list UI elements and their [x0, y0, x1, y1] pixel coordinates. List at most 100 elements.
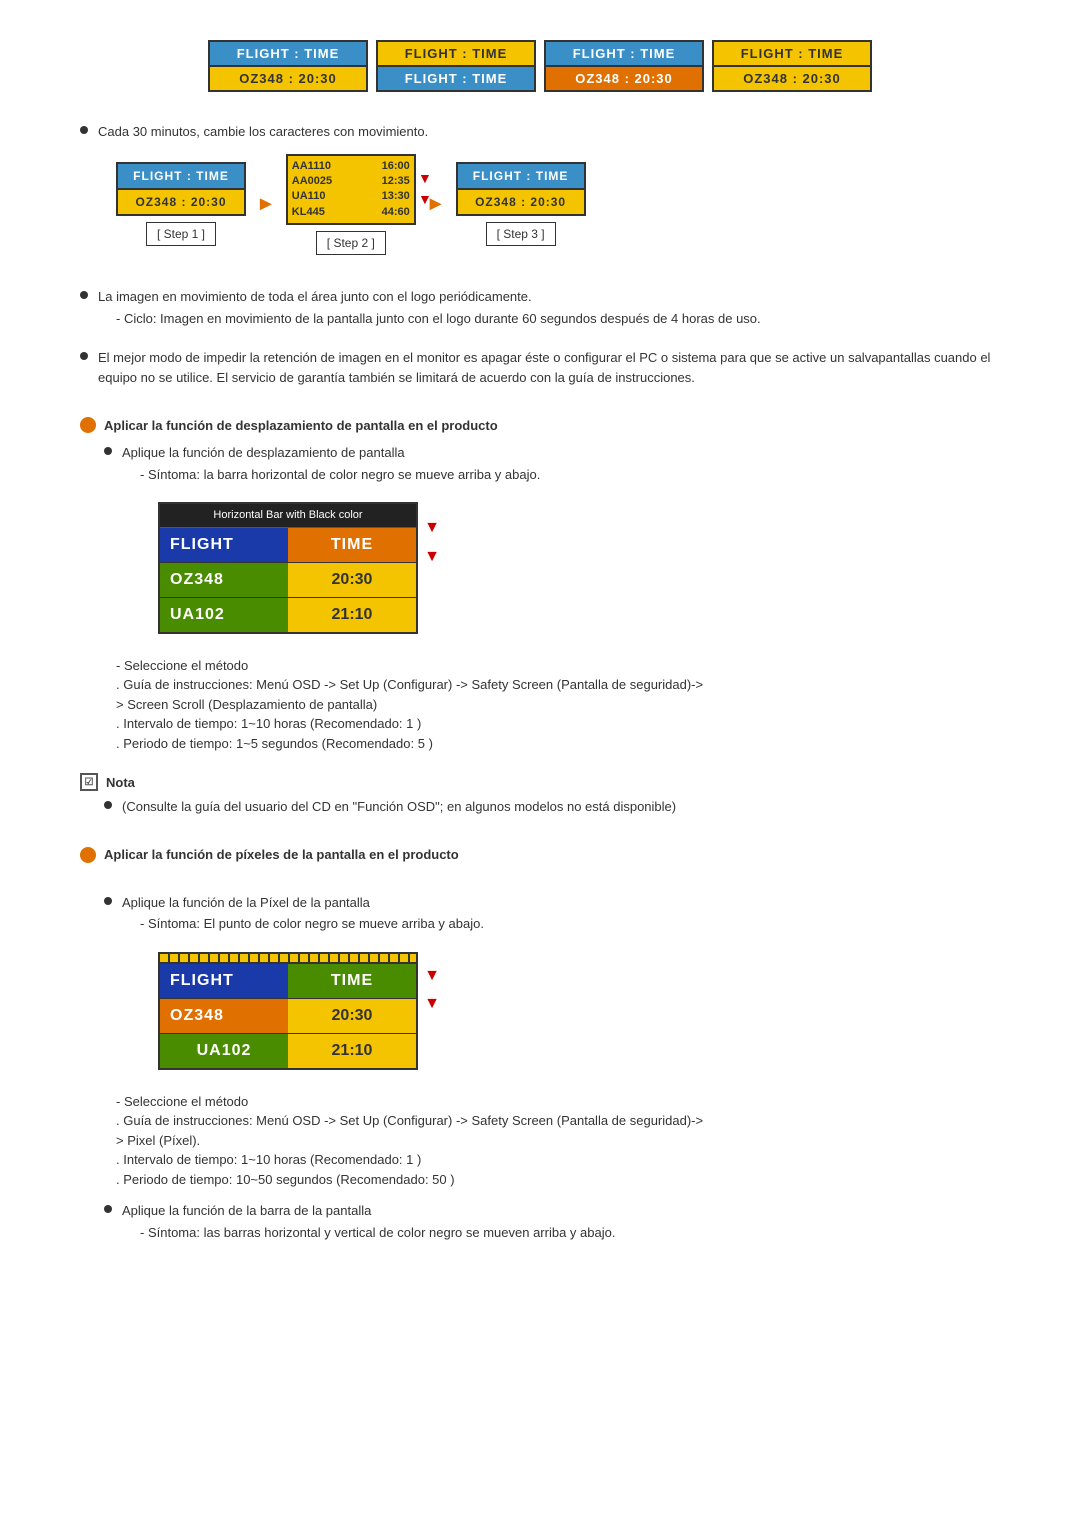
pixel-row-1: FLIGHT TIME: [160, 964, 416, 999]
section2-header: Aplicar la función de píxeles de la pant…: [80, 847, 1000, 863]
step1-card-body: OZ348 : 20:30: [118, 190, 244, 214]
nota-bullet-dot: [104, 801, 112, 809]
section2-bullet1: Aplique la función de la Píxel de la pan…: [104, 893, 1000, 1080]
flight-card-2: FLIGHT : TIME FLIGHT : TIME: [376, 40, 536, 92]
step1-card-header: FLIGHT : TIME: [118, 164, 244, 190]
section1-bullet1-dot: [104, 447, 112, 455]
step2-down-arrows: ▼▼: [418, 156, 432, 224]
flight-card-2-header: FLIGHT : TIME: [378, 42, 534, 67]
pixel-row-3: UA102 21:10: [160, 1034, 416, 1068]
step1-box: FLIGHT : TIME OZ348 : 20:30 [ Step 1 ]: [116, 162, 246, 246]
section2-method-line2: > Pixel (Píxel).: [116, 1131, 1000, 1151]
pixel-r2-right: 20:30: [288, 999, 416, 1033]
step2-row-2: AA0025 12:35: [292, 174, 410, 189]
section1-method-line3: . Intervalo de tiempo: 1~10 horas (Recom…: [116, 714, 1000, 734]
bullet-dot-2: [80, 291, 88, 299]
step2-card: AA1110 16:00 AA0025 12:35 UA110 13:30: [286, 154, 416, 226]
hbar-r2-right: 20:30: [288, 563, 416, 597]
pixel-r1-left: FLIGHT: [160, 964, 288, 998]
section1-b1-main: Aplique la función de desplazamiento de …: [122, 445, 405, 460]
section2-b2-sub: - Síntoma: las barras horizontal y verti…: [140, 1223, 1000, 1243]
flight-card-3-header: FLIGHT : TIME: [546, 42, 702, 67]
section1-icon: [80, 417, 96, 433]
flight-card-1: FLIGHT : TIME OZ348 : 20:30: [208, 40, 368, 92]
hbar-display-wrapper: Horizontal Bar with Black color FLIGHT T…: [122, 492, 418, 644]
nota-bullet-text: (Consulte la guía del usuario del CD en …: [122, 797, 1000, 817]
step3-label: [ Step 3 ]: [486, 222, 556, 246]
bullet2-sub: - Ciclo: Imagen en movimiento de la pant…: [116, 309, 1000, 329]
step3-card-body: OZ348 : 20:30: [458, 190, 584, 214]
pixel-top-bar: [160, 954, 416, 964]
step2-row2-right: 12:35: [382, 174, 410, 189]
step2-label: [ Step 2 ]: [316, 231, 386, 255]
bullet-dot-3: [80, 352, 88, 360]
section2-bullet2-text: Aplique la función de la barra de la pan…: [122, 1201, 1000, 1242]
flight-card-1-body: OZ348 : 20:30: [210, 67, 366, 90]
flight-card-1-header: FLIGHT : TIME: [210, 42, 366, 67]
hbar-header: Horizontal Bar with Black color: [160, 504, 416, 528]
section1-header: Aplicar la función de desplazamiento de …: [80, 417, 1000, 433]
step3-box: FLIGHT : TIME OZ348 : 20:30 [ Step 3 ]: [456, 162, 586, 246]
step3-card-header: FLIGHT : TIME: [458, 164, 584, 190]
flight-card-4: FLIGHT : TIME OZ348 : 20:30: [712, 40, 872, 92]
section1-method-line1: . Guía de instrucciones: Menú OSD -> Set…: [116, 675, 1000, 695]
section1-b1-sub: - Síntoma: la barra horizontal de color …: [140, 465, 1000, 485]
hbar-title: Horizontal Bar with Black color: [213, 509, 362, 521]
section1-bullet1-text: Aplique la función de desplazamiento de …: [122, 443, 1000, 644]
step2-row-3: UA110 13:30: [292, 189, 410, 204]
section2-method-line3: . Intervalo de tiempo: 1~10 horas (Recom…: [116, 1150, 1000, 1170]
hbar-row-2: OZ348 20:30: [160, 563, 416, 598]
nota-label: Nota: [106, 775, 135, 790]
step2-row3-left: UA110: [292, 189, 326, 204]
bullet-item-1: Cada 30 minutos, cambie los caracteres c…: [80, 122, 1000, 267]
flight-card-3: FLIGHT : TIME OZ348 : 20:30: [544, 40, 704, 92]
steps-diagram: FLIGHT : TIME OZ348 : 20:30 [ Step 1 ] ►…: [116, 154, 1000, 256]
hbar-display: Horizontal Bar with Black color FLIGHT T…: [158, 502, 418, 634]
bullet-text-2: La imagen en movimiento de toda el área …: [98, 287, 1000, 328]
step2-row4-right: 44:60: [382, 205, 410, 220]
hbar-r3-right: 21:10: [288, 598, 416, 632]
section2-title: Aplicar la función de píxeles de la pant…: [104, 847, 459, 862]
section1-bullet1: Aplique la función de desplazamiento de …: [104, 443, 1000, 644]
section1-method-label: - Seleccione el método: [116, 656, 1000, 676]
arrow-1: ►: [256, 189, 276, 219]
bullet-dot-1: [80, 126, 88, 134]
section1-method-line4: . Periodo de tiempo: 1~5 segundos (Recom…: [116, 734, 1000, 754]
section2-method-line4: . Periodo de tiempo: 10~50 segundos (Rec…: [116, 1170, 1000, 1190]
step2-row-4: KL445 44:60: [292, 205, 410, 220]
step2-row2-left: AA0025: [292, 174, 332, 189]
bullet-item-3: El mejor modo de impedir la retención de…: [80, 348, 1000, 387]
flight-cards-row-1: FLIGHT : TIME OZ348 : 20:30 FLIGHT : TIM…: [80, 40, 1000, 92]
step2-row1-right: 16:00: [382, 159, 410, 174]
pixel-r3-left: UA102: [160, 1034, 288, 1068]
hbar-r2-left: OZ348: [160, 563, 288, 597]
bullet1-text: Cada 30 minutos, cambie los caracteres c…: [98, 124, 428, 139]
step1-label: [ Step 1 ]: [146, 222, 216, 246]
section2-bullet1-dot: [104, 897, 112, 905]
flight-card-3-body: OZ348 : 20:30: [546, 67, 702, 90]
step3-card: FLIGHT : TIME OZ348 : 20:30: [456, 162, 586, 216]
pixel-r2-left: OZ348: [160, 999, 288, 1033]
pixel-display-wrapper: FLIGHT TIME OZ348 20:30 UA102 21:10 ▼▼: [122, 942, 418, 1080]
bullet2-main: La imagen en movimiento de toda el área …: [98, 289, 532, 304]
hbar-r3-left: UA102: [160, 598, 288, 632]
step2-row1-left: AA1110: [292, 159, 331, 174]
flight-card-2-body: FLIGHT : TIME: [378, 67, 534, 90]
hbar-r1-right: TIME: [288, 528, 416, 562]
hbar-row-1: FLIGHT TIME: [160, 528, 416, 563]
pixel-r3-right: 21:10: [288, 1034, 416, 1068]
hbar-r1-left: FLIGHT: [160, 528, 288, 562]
section1-method: - Seleccione el método . Guía de instruc…: [116, 656, 1000, 754]
hbar-arrows: ▼▼: [424, 514, 440, 572]
section2-bullet1-text: Aplique la función de la Píxel de la pan…: [122, 893, 1000, 1080]
pixel-r1-right: TIME: [288, 964, 416, 998]
flight-card-4-body: OZ348 : 20:30: [714, 67, 870, 90]
flight-card-4-header: FLIGHT : TIME: [714, 42, 870, 67]
section2-b1-main: Aplique la función de la Píxel de la pan…: [122, 895, 370, 910]
step1-card: FLIGHT : TIME OZ348 : 20:30: [116, 162, 246, 216]
nota-icon: ☑: [80, 773, 98, 791]
section2-b1-sub: - Síntoma: El punto de color negro se mu…: [140, 914, 1000, 934]
section2-icon: [80, 847, 96, 863]
section1-title: Aplicar la función de desplazamiento de …: [104, 418, 498, 433]
nota-bullet: (Consulte la guía del usuario del CD en …: [104, 797, 1000, 817]
